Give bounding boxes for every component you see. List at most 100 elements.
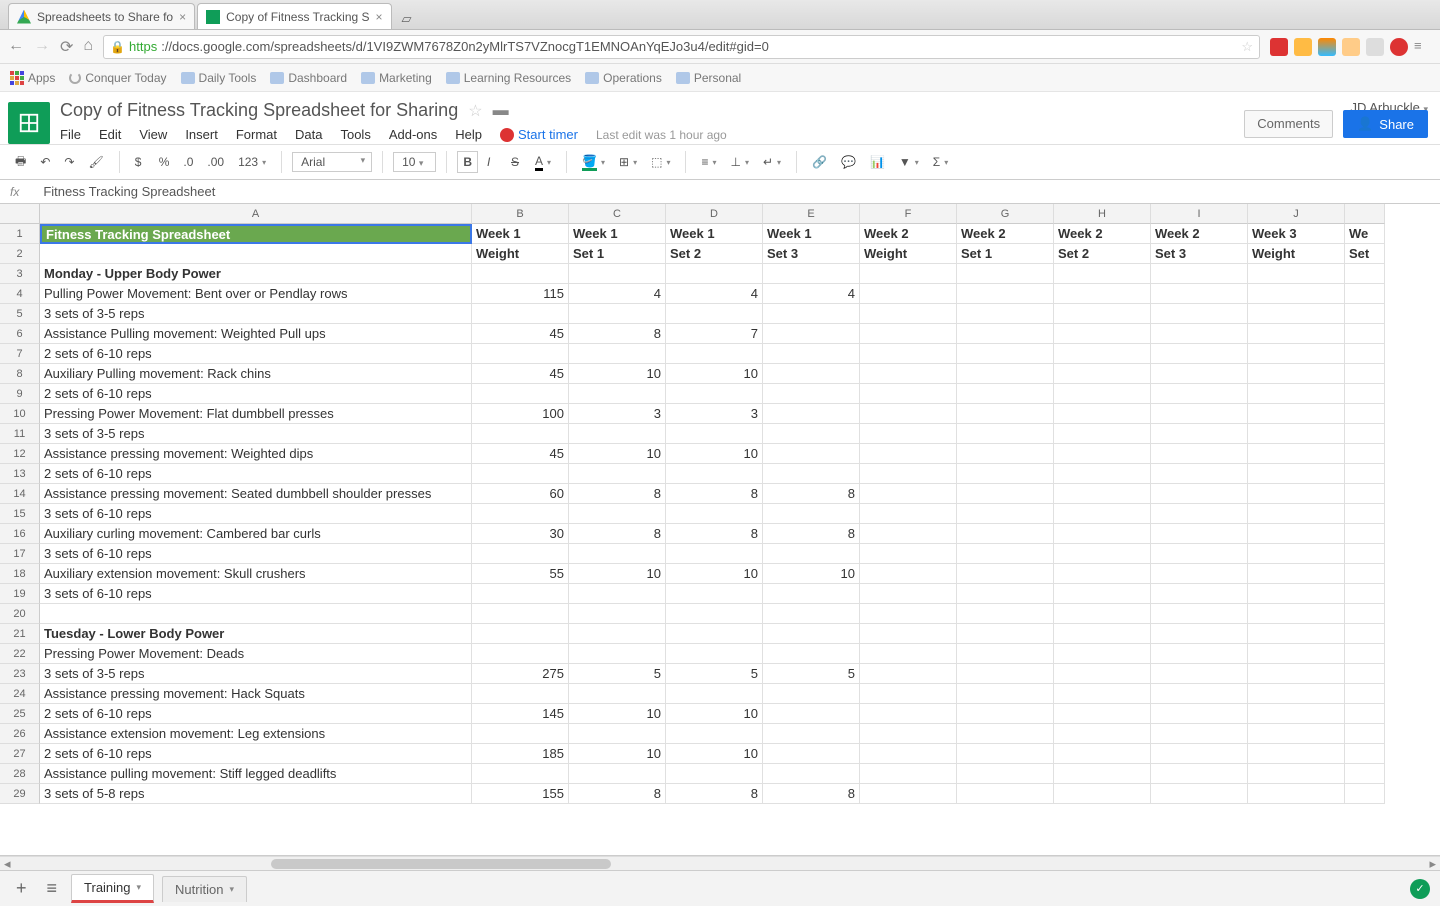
cell[interactable] [569, 684, 666, 704]
cell[interactable] [1054, 524, 1151, 544]
cell[interactable]: 185 [472, 744, 569, 764]
scrollbar-thumb[interactable] [271, 859, 611, 869]
paint-format-icon[interactable]: 🖌 [83, 152, 108, 172]
menu-file[interactable]: File [60, 127, 81, 142]
row-header[interactable]: 29 [0, 784, 40, 804]
cell[interactable] [1248, 724, 1345, 744]
row-header[interactable]: 11 [0, 424, 40, 444]
cell[interactable] [1054, 484, 1151, 504]
italic-button[interactable]: I [482, 152, 502, 172]
row-header[interactable]: 8 [0, 364, 40, 384]
cell[interactable] [569, 464, 666, 484]
cell[interactable] [1054, 264, 1151, 284]
cell[interactable] [957, 664, 1054, 684]
cell[interactable] [1151, 784, 1248, 804]
cell[interactable] [666, 604, 763, 624]
cell[interactable] [860, 764, 957, 784]
cell[interactable]: 55 [472, 564, 569, 584]
menu-format[interactable]: Format [236, 127, 277, 142]
chart-icon[interactable]: 📊 [865, 152, 890, 172]
cell[interactable] [40, 604, 472, 624]
borders-button[interactable]: ⊞ [614, 152, 642, 172]
bookmark-item[interactable]: Conquer Today [69, 71, 166, 85]
cell[interactable] [472, 464, 569, 484]
cell[interactable] [1054, 384, 1151, 404]
cell[interactable] [860, 364, 957, 384]
cell[interactable] [1248, 744, 1345, 764]
cell[interactable] [1345, 604, 1385, 624]
cell[interactable]: 3 sets of 6-10 reps [40, 584, 472, 604]
row-header[interactable]: 28 [0, 764, 40, 784]
cell[interactable] [1345, 484, 1385, 504]
cell[interactable] [763, 684, 860, 704]
row-header[interactable]: 17 [0, 544, 40, 564]
cell[interactable]: 3 [666, 404, 763, 424]
cell[interactable]: Week 2 [1151, 224, 1248, 244]
row-header[interactable]: 24 [0, 684, 40, 704]
cell[interactable] [1054, 464, 1151, 484]
cell[interactable] [1054, 444, 1151, 464]
cell[interactable] [569, 724, 666, 744]
cell[interactable] [1054, 344, 1151, 364]
cell[interactable] [957, 444, 1054, 464]
row-header[interactable]: 5 [0, 304, 40, 324]
row-header[interactable]: 21 [0, 624, 40, 644]
cell[interactable] [666, 304, 763, 324]
cell[interactable] [860, 644, 957, 664]
cell[interactable] [763, 304, 860, 324]
cell[interactable]: Week 1 [472, 224, 569, 244]
cell[interactable] [1248, 284, 1345, 304]
menu-edit[interactable]: Edit [99, 127, 121, 142]
all-sheets-button[interactable]: ≡ [41, 878, 64, 899]
cell[interactable] [1054, 544, 1151, 564]
cell[interactable] [763, 444, 860, 464]
cell[interactable] [1345, 584, 1385, 604]
row-header[interactable]: 20 [0, 604, 40, 624]
sheet-tab-training[interactable]: Training▾ [71, 874, 154, 903]
cell[interactable] [763, 364, 860, 384]
home-icon[interactable]: ⌂ [83, 37, 93, 57]
cell[interactable]: 45 [472, 324, 569, 344]
cell[interactable]: Week 3 [1248, 224, 1345, 244]
cell[interactable] [1054, 584, 1151, 604]
cell[interactable] [763, 644, 860, 664]
cell[interactable] [957, 484, 1054, 504]
cell[interactable] [1151, 464, 1248, 484]
valign-button[interactable]: ⊥ [725, 152, 753, 172]
cell[interactable] [1248, 364, 1345, 384]
cell[interactable] [1345, 384, 1385, 404]
cell[interactable] [957, 544, 1054, 564]
cell[interactable] [957, 704, 1054, 724]
cell[interactable]: 8 [569, 524, 666, 544]
cell[interactable]: 8 [666, 484, 763, 504]
cell[interactable] [1345, 464, 1385, 484]
cell[interactable] [957, 724, 1054, 744]
column-header[interactable]: F [860, 204, 957, 224]
back-icon[interactable]: ← [8, 37, 24, 57]
column-header[interactable]: J [1248, 204, 1345, 224]
row-header[interactable]: 10 [0, 404, 40, 424]
cell[interactable] [1345, 644, 1385, 664]
scroll-right-icon[interactable]: ▸ [1425, 856, 1440, 872]
cell[interactable]: 2 sets of 6-10 reps [40, 464, 472, 484]
cell[interactable]: Assistance Pulling movement: Weighted Pu… [40, 324, 472, 344]
cell[interactable] [472, 304, 569, 324]
cell[interactable] [860, 624, 957, 644]
cell[interactable] [1151, 564, 1248, 584]
cell[interactable] [1151, 584, 1248, 604]
cell[interactable] [472, 604, 569, 624]
cell[interactable]: Set 1 [569, 244, 666, 264]
undo-icon[interactable]: ↶ [35, 152, 55, 172]
cell[interactable] [1248, 404, 1345, 424]
cell[interactable]: Set 3 [1151, 244, 1248, 264]
cell[interactable] [569, 304, 666, 324]
cell[interactable] [666, 584, 763, 604]
cell[interactable] [763, 744, 860, 764]
cell[interactable] [957, 344, 1054, 364]
cell[interactable] [1345, 344, 1385, 364]
ext-icon[interactable] [1366, 38, 1384, 56]
cell[interactable] [1054, 724, 1151, 744]
cell[interactable] [472, 544, 569, 564]
browser-tab[interactable]: Copy of Fitness Tracking S × [197, 3, 391, 29]
cell[interactable] [1248, 764, 1345, 784]
